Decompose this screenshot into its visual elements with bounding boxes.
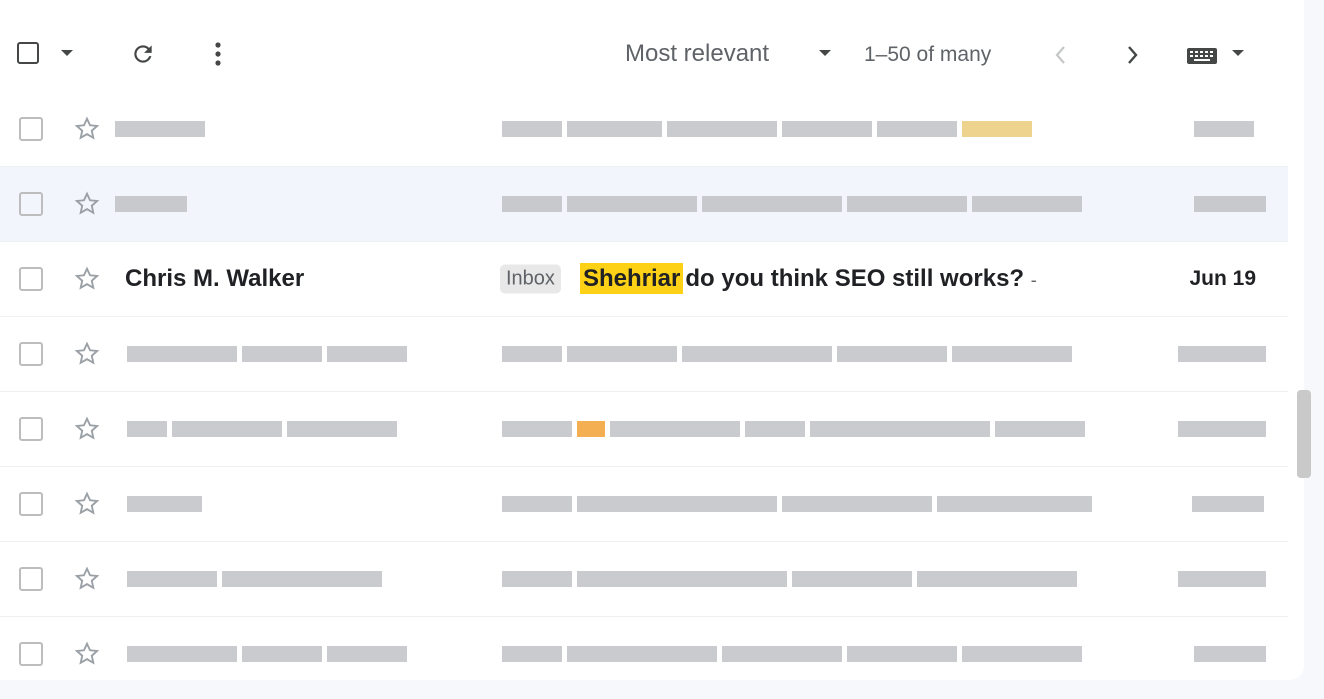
row-checkbox[interactable] bbox=[19, 117, 43, 141]
redacted-date bbox=[1178, 569, 1266, 589]
redacted-date bbox=[1192, 494, 1264, 514]
row-checkbox[interactable] bbox=[19, 492, 43, 516]
redacted-subject bbox=[502, 644, 1082, 664]
redacted-sender bbox=[127, 644, 407, 664]
pagination-range-label: 1–50 of many bbox=[864, 43, 992, 66]
email-row[interactable] bbox=[0, 92, 1288, 167]
star-icon[interactable] bbox=[72, 490, 102, 518]
pagination-range: 1–50 of many bbox=[864, 40, 991, 70]
keyboard-icon[interactable] bbox=[1185, 46, 1219, 66]
refresh-icon[interactable] bbox=[129, 40, 157, 68]
star-icon[interactable] bbox=[72, 640, 102, 668]
star-icon[interactable] bbox=[72, 340, 102, 368]
row-checkbox[interactable] bbox=[19, 642, 43, 666]
star-icon[interactable] bbox=[72, 415, 102, 443]
row-checkbox[interactable] bbox=[19, 267, 43, 291]
redacted-date bbox=[1194, 119, 1254, 139]
redacted-sender bbox=[115, 119, 205, 139]
mail-list-panel: Most relevant 1–50 of many Chris M. Walk… bbox=[0, 0, 1304, 680]
select-all-checkbox[interactable] bbox=[17, 42, 39, 64]
sort-label: Most relevant bbox=[625, 40, 770, 67]
email-row[interactable] bbox=[0, 542, 1288, 617]
row-checkbox[interactable] bbox=[19, 192, 43, 216]
sender-name: Chris M. Walker bbox=[125, 265, 305, 292]
redacted-date bbox=[1194, 644, 1266, 664]
chevron-right-icon[interactable] bbox=[1120, 40, 1146, 70]
redacted-subject bbox=[502, 419, 1085, 439]
row-checkbox[interactable] bbox=[19, 567, 43, 591]
star-icon[interactable] bbox=[72, 190, 102, 218]
email-date: Jun 19 bbox=[1189, 267, 1256, 290]
list-toolbar: Most relevant 1–50 of many bbox=[0, 0, 1304, 100]
search-highlight: Shehriar bbox=[580, 263, 684, 294]
sort-select[interactable]: Most relevant bbox=[625, 38, 769, 70]
chevron-left-icon[interactable] bbox=[1047, 40, 1073, 70]
row-checkbox[interactable] bbox=[19, 417, 43, 441]
redacted-sender bbox=[127, 569, 382, 589]
more-vertical-icon[interactable] bbox=[206, 40, 230, 68]
input-tools-caret[interactable] bbox=[1232, 50, 1244, 56]
email-row-unread[interactable]: Chris M. Walker Inbox Shehriar do you thi… bbox=[0, 242, 1288, 317]
snippet-separator: - bbox=[1030, 270, 1037, 290]
star-icon[interactable] bbox=[72, 565, 102, 593]
email-row[interactable] bbox=[0, 392, 1288, 467]
redacted-subject bbox=[502, 194, 1082, 214]
redacted-subject bbox=[502, 119, 1032, 139]
redacted-date bbox=[1194, 194, 1266, 214]
email-subject: Shehriar do you think SEO still works? - bbox=[580, 263, 1037, 294]
redacted-sender bbox=[127, 494, 202, 514]
label-chip[interactable]: Inbox bbox=[500, 264, 561, 294]
subject-text: do you think SEO still works? bbox=[685, 265, 1025, 292]
redacted-sender bbox=[115, 194, 187, 214]
vertical-scrollbar-thumb[interactable] bbox=[1297, 390, 1311, 478]
redacted-date bbox=[1178, 419, 1266, 439]
star-icon[interactable] bbox=[72, 115, 102, 143]
email-row[interactable] bbox=[0, 317, 1288, 392]
select-options-caret[interactable] bbox=[61, 50, 73, 56]
redacted-date bbox=[1178, 344, 1266, 364]
email-row[interactable] bbox=[0, 467, 1288, 542]
redacted-sender bbox=[127, 419, 397, 439]
email-row[interactable] bbox=[0, 167, 1288, 242]
sort-caret-icon[interactable] bbox=[819, 50, 831, 56]
star-icon[interactable] bbox=[72, 265, 102, 293]
redacted-sender bbox=[127, 344, 407, 364]
email-row[interactable] bbox=[0, 617, 1288, 680]
redacted-subject bbox=[502, 494, 1092, 514]
redacted-subject bbox=[502, 344, 1072, 364]
redacted-subject bbox=[502, 569, 1077, 589]
row-checkbox[interactable] bbox=[19, 342, 43, 366]
